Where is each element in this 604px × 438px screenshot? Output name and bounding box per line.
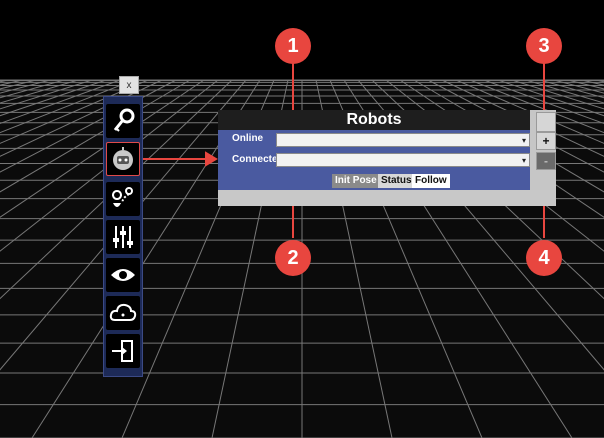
robot-button[interactable] [106, 142, 140, 176]
route-button[interactable] [106, 182, 140, 216]
robot-icon [113, 147, 133, 170]
callout-2: 2 [275, 240, 311, 276]
cloud-icon [109, 303, 137, 321]
tab-init-pose[interactable]: Init Pose [332, 174, 380, 188]
tab-status[interactable]: Status [378, 174, 415, 188]
eye-icon [111, 269, 135, 281]
sliders-icon [113, 226, 133, 248]
add-robot-button[interactable]: + [536, 132, 556, 150]
key-icon [113, 108, 135, 132]
grid-background [0, 0, 604, 438]
callout-3: 3 [526, 28, 562, 64]
close-toolbar-button[interactable]: x [119, 76, 139, 94]
exit-icon [112, 340, 133, 362]
chevron-down-icon: ▾ [521, 136, 526, 145]
panel-footer [218, 190, 556, 206]
callout-1: 1 [275, 28, 311, 64]
online-robots-dropdown[interactable]: ▾ [276, 133, 530, 147]
panel-header-button[interactable] [536, 112, 556, 132]
chevron-down-icon: ▾ [521, 156, 526, 165]
view-button[interactable] [106, 258, 140, 292]
cloud-button[interactable] [106, 296, 140, 330]
key-button[interactable] [106, 104, 140, 138]
route-icon [112, 187, 133, 207]
panel-title: Robots [218, 110, 530, 130]
online-label: Online [232, 133, 264, 144]
settings-sliders-button[interactable] [106, 220, 140, 254]
remove-robot-button[interactable]: - [536, 152, 556, 170]
exit-button[interactable] [106, 334, 140, 368]
connected-label: Connecte [232, 154, 278, 165]
tab-follow[interactable]: Follow [412, 174, 450, 188]
connected-robots-dropdown[interactable]: ▾ [276, 153, 530, 167]
callout-4: 4 [526, 240, 562, 276]
